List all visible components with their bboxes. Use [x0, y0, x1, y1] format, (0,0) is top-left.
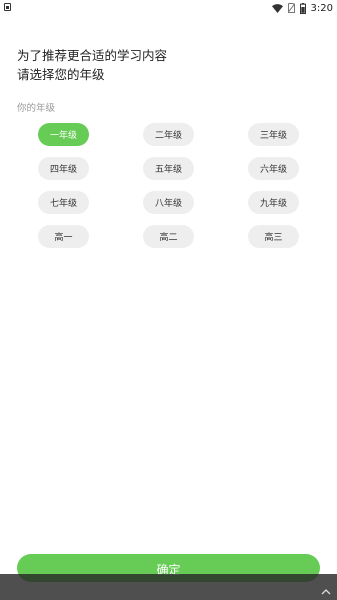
grade-option[interactable]: 高一: [38, 225, 89, 248]
wifi-icon: [271, 3, 283, 13]
grade-row: 七年级 八年级 九年级: [0, 191, 337, 225]
bottom-overlay-bar: [0, 574, 337, 600]
grade-option[interactable]: 五年级: [143, 157, 194, 180]
notification-icon: [4, 3, 11, 11]
grade-row: 高一 高二 高三: [0, 225, 337, 259]
grade-grid: 一年级 二年级 三年级 四年级 五年级 六年级 七年级 八年级 九年级 高一 高…: [0, 123, 337, 259]
title-line-1: 为了推荐更合适的学习内容: [17, 48, 168, 63]
status-icons: 3:20: [271, 1, 333, 15]
chevron-up-icon[interactable]: [321, 581, 331, 595]
grade-option[interactable]: 三年级: [248, 123, 299, 146]
grade-row: 四年级 五年级 六年级: [0, 157, 337, 191]
grade-option[interactable]: 高三: [248, 225, 299, 248]
no-sim-icon: [287, 3, 295, 13]
grade-option[interactable]: 六年级: [248, 157, 299, 180]
status-bar: 3:20: [0, 0, 337, 16]
page-title: 为了推荐更合适的学习内容 请选择您的年级: [17, 46, 167, 84]
title-line-2: 请选择您的年级: [17, 67, 105, 82]
status-time: 3:20: [310, 2, 333, 14]
battery-icon: [299, 2, 306, 14]
grade-option[interactable]: 七年级: [38, 191, 89, 214]
grade-option[interactable]: 二年级: [143, 123, 194, 146]
grade-option[interactable]: 高二: [143, 225, 194, 248]
grade-option[interactable]: 八年级: [143, 191, 194, 214]
grade-option[interactable]: 一年级: [38, 123, 89, 146]
grade-option[interactable]: 九年级: [248, 191, 299, 214]
grade-row: 一年级 二年级 三年级: [0, 123, 337, 157]
grade-section-label: 你的年级: [17, 103, 56, 114]
grade-option[interactable]: 四年级: [38, 157, 89, 180]
